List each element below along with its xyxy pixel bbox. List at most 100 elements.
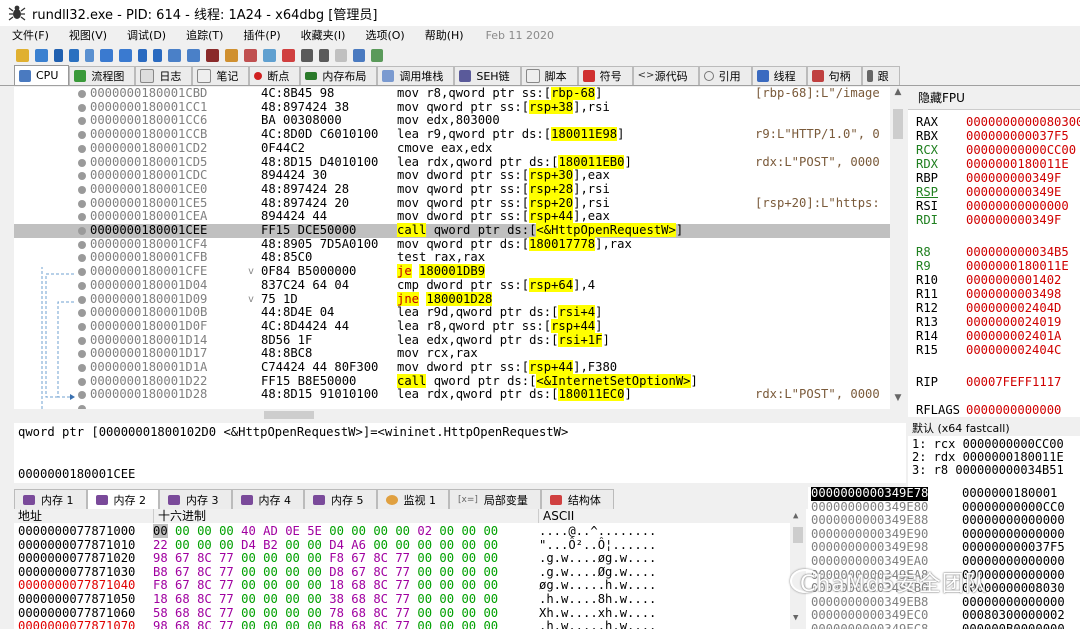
- menu-debug[interactable]: 调试(D): [115, 27, 174, 43]
- menu-plugins[interactable]: 插件(P): [231, 27, 288, 43]
- tab-dump-5[interactable]: 内存 5: [304, 489, 377, 509]
- register-row[interactable]: R12 000000002404D: [916, 301, 1061, 315]
- menu-view[interactable]: 视图(V): [57, 27, 115, 43]
- disasm-row[interactable]: 0000000180001D22 FF15 B8E50000 call qword …: [14, 373, 906, 389]
- disasm-row[interactable]: 0000000180001CDC 894424 30 mov dword ptr s…: [14, 168, 906, 183]
- hide-fpu-toggle[interactable]: 隐藏FPU: [908, 87, 1080, 110]
- disasm-vertical-scrollbar[interactable]: ▲ ▼: [890, 87, 906, 409]
- disasm-row[interactable]: 0000000180001CE5 48:897424 20 mov qword pt…: [14, 195, 906, 211]
- settings-icon[interactable]: [371, 48, 383, 62]
- tab-trace[interactable]: 跟: [861, 66, 900, 85]
- tab-threads[interactable]: 线程: [751, 66, 807, 85]
- label-icon[interactable]: [263, 48, 276, 62]
- disasm-row[interactable]: 0000000180001CF4 48:8905 7D5A0100 mov qwor…: [14, 236, 906, 252]
- call-convention-select[interactable]: 默认 (x64 fastcall): [908, 421, 1080, 436]
- disasm-row[interactable]: 0000000180001CD2 0F44C2 cmove eax,edx: [14, 141, 906, 156]
- tab-struct[interactable]: 结构体: [540, 489, 614, 509]
- register-row[interactable]: RBP 000000000349F: [916, 171, 1061, 185]
- tab-references[interactable]: 引用: [698, 66, 752, 85]
- breakpoint-marker[interactable]: [78, 158, 86, 167]
- memory-dump-view[interactable]: 地址 十六进制 ASCII 0000000077871000 00 00 00 0…: [14, 509, 808, 629]
- calculator-icon[interactable]: [353, 48, 365, 62]
- register-row[interactable]: RIP 00007FEFF1117: [916, 375, 1061, 389]
- disasm-row[interactable]: 0000000180001D17 48:8BC8 mov rcx,rax: [14, 347, 906, 361]
- tab-breakpoints[interactable]: 断点: [249, 66, 301, 85]
- disasm-row[interactable]: 0000000180001CEE FF15 DCE50000 call qword …: [14, 223, 906, 238]
- tab-dump-2[interactable]: 内存 2: [86, 489, 159, 509]
- scylla-icon[interactable]: [206, 48, 219, 62]
- breakpoint-marker[interactable]: [78, 144, 86, 153]
- breakpoint-marker[interactable]: [78, 172, 86, 181]
- register-row[interactable]: RSP 000000000349E: [916, 185, 1061, 199]
- register-row[interactable]: R11 0000000003498: [916, 287, 1061, 301]
- tab-script[interactable]: 脚本: [520, 66, 578, 85]
- breakpoint-marker[interactable]: [78, 103, 86, 112]
- breakpoint-marker[interactable]: [78, 185, 86, 194]
- breakpoint-marker[interactable]: [78, 117, 86, 126]
- menu-file[interactable]: 文件(F): [0, 27, 57, 43]
- tab-graph[interactable]: 流程图: [69, 66, 136, 85]
- comment-icon[interactable]: [244, 48, 257, 62]
- register-row[interactable]: R9 0000000180011E: [916, 259, 1069, 273]
- stack-view[interactable]: 0000000000349E78 0000000180001 00000000003…: [808, 487, 1080, 629]
- disasm-row[interactable]: 0000000180001D04 837C24 64 04 cmp dword pt…: [14, 277, 906, 293]
- menu-trace[interactable]: 追踪(T): [174, 27, 231, 43]
- tab-dump-4[interactable]: 内存 4: [231, 489, 304, 509]
- disasm-row[interactable]: 0000000180001D28 48:8D15 91010100 lea rdx,…: [14, 387, 906, 402]
- breakpoint-marker[interactable]: [78, 281, 86, 290]
- tab-log[interactable]: 日志: [135, 66, 193, 85]
- breakpoint-marker[interactable]: [78, 199, 86, 208]
- open-icon[interactable]: [16, 48, 29, 62]
- run-to-user-code-icon[interactable]: [187, 48, 200, 62]
- breakpoint-marker[interactable]: [78, 213, 86, 222]
- register-row[interactable]: RDI 000000000349F: [916, 213, 1061, 227]
- breakpoint-marker[interactable]: [78, 377, 86, 386]
- tab-watch-1[interactable]: 监视 1: [376, 489, 449, 509]
- breakpoint-marker[interactable]: [78, 364, 86, 372]
- disasm-row[interactable]: 0000000180001CBD 4C:8B45 98 mov r8,qword p…: [14, 87, 906, 101]
- bookmark-icon[interactable]: [282, 48, 295, 62]
- tab-symbols[interactable]: 符号: [577, 66, 633, 85]
- hash-icon[interactable]: [319, 48, 329, 62]
- trace-over-icon[interactable]: [153, 48, 162, 62]
- tab-memory-map[interactable]: 内存布局: [300, 66, 378, 85]
- tab-cpu[interactable]: CPU: [14, 65, 70, 85]
- disasm-row[interactable]: 0000000180001D1A C74424 44 80F300 mov dwor…: [14, 360, 906, 375]
- patch-icon[interactable]: [225, 48, 238, 62]
- register-row[interactable]: R13 0000000024019: [916, 315, 1061, 329]
- disasm-row[interactable]: 0000000180001CCB 4C:8D0D C6010100 lea r9,q…: [14, 127, 906, 142]
- register-row[interactable]: R10 0000000001402: [916, 273, 1061, 287]
- breakpoint-marker[interactable]: [78, 227, 86, 235]
- breakpoint-marker[interactable]: [78, 240, 86, 249]
- disasm-row[interactable]: 0000000180001CFB 48:85C0 test rax,rax: [14, 251, 906, 265]
- register-row[interactable]: RSI 00000000000000: [916, 199, 1069, 213]
- breakpoint-marker[interactable]: [78, 90, 86, 98]
- breakpoint-marker[interactable]: [78, 309, 86, 318]
- breakpoint-marker[interactable]: [78, 295, 86, 304]
- stop-icon[interactable]: [54, 48, 63, 62]
- trace-into-icon[interactable]: [138, 48, 147, 62]
- disassembly-view[interactable]: 0000000180001CBD 4C:8B45 98 mov r8,qword p…: [14, 87, 906, 409]
- function-icon[interactable]: [301, 48, 313, 62]
- run-icon[interactable]: [69, 48, 79, 62]
- execute-till-return-icon[interactable]: [168, 48, 181, 62]
- menu-options[interactable]: 选项(O): [353, 27, 412, 43]
- register-row[interactable]: RBX 000000000037F5: [916, 129, 1069, 143]
- disasm-row[interactable]: 0000000180001D09 v 75 1D jne 180001D28: [14, 291, 906, 307]
- tab-notes[interactable]: 笔记: [192, 66, 250, 85]
- disasm-row[interactable]: 0000000180001CEA 894424 44 mov dword ptr s…: [14, 209, 906, 224]
- register-row[interactable]: RDX 0000000180011E: [916, 157, 1069, 171]
- disasm-row[interactable]: 0000000180001CE0 48:897424 28 mov qword pt…: [14, 181, 906, 197]
- disasm-row[interactable]: 0000000180001CD5 48:8D15 D4010100 lea rdx,…: [14, 154, 906, 170]
- register-row[interactable]: R14 000000002401A: [916, 329, 1061, 343]
- disasm-row[interactable]: 0000000180001D0F 4C:8D4424 44 lea r8,qword…: [14, 318, 906, 334]
- breakpoint-marker[interactable]: [78, 254, 86, 263]
- pause-icon[interactable]: [85, 48, 94, 62]
- register-row[interactable]: R8 000000000034B5: [916, 245, 1069, 259]
- menu-help[interactable]: 帮助(H): [413, 27, 472, 43]
- disasm-row[interactable]: 0000000180001CC6 BA 00308000 mov edx,80300…: [14, 114, 906, 128]
- tab-call-stack[interactable]: 调用堆栈: [377, 66, 455, 85]
- breakpoint-marker[interactable]: [78, 350, 86, 359]
- tab-handles[interactable]: 句柄: [806, 66, 862, 85]
- tab-dump-3[interactable]: 内存 3: [159, 489, 232, 509]
